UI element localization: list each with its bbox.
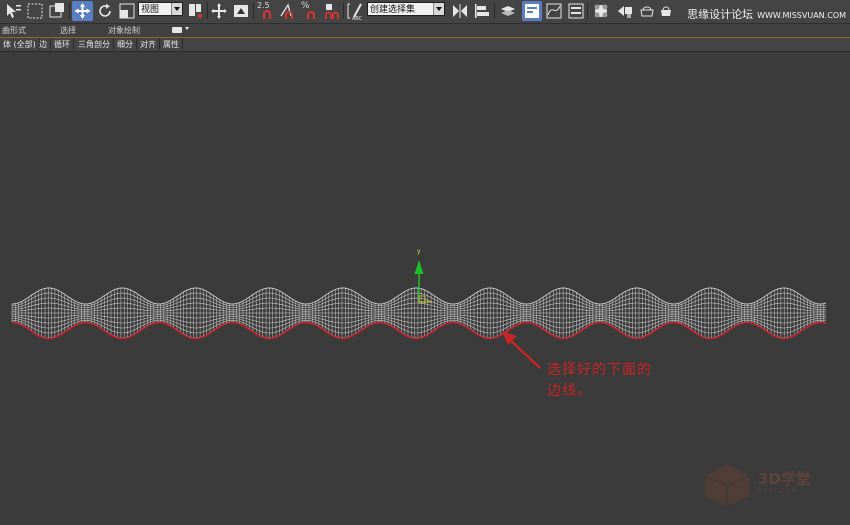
corner-logo-subtext: 3DXT.COM (758, 488, 798, 495)
annotation-text: 选择好的下面的 边线。 (547, 360, 652, 402)
annotation-arrow (502, 331, 541, 369)
annotation-line-1: 选择好的下面的 (547, 362, 652, 378)
cube-logo-icon (704, 464, 750, 506)
annotation-line-2: 边线。 (547, 383, 592, 399)
gizmo-y-axis-label: y (417, 248, 421, 255)
corner-logo-watermark: 3D学堂 3DXT.COM (700, 450, 840, 510)
corner-logo-text: 3D学堂 (758, 470, 811, 488)
wave-mesh-wireframe[interactable]: y (0, 0, 850, 525)
